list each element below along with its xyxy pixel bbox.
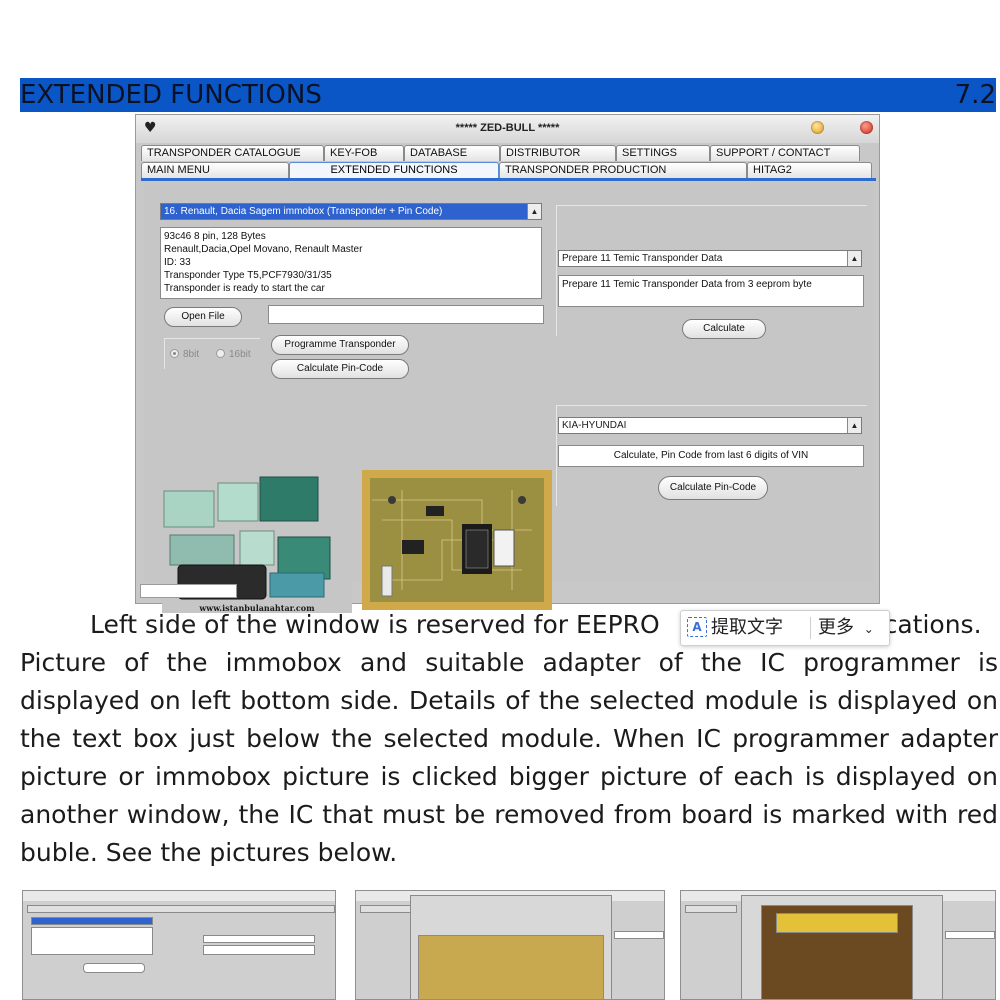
thumbnail-immobox-top	[776, 913, 898, 933]
tab-row-1: TRANSPONDER CATALOGUE KEY-FOB DATABASE D…	[141, 145, 860, 161]
status-field	[140, 584, 237, 598]
detail-line: ID: 33	[164, 257, 191, 268]
vin-hint-box: Calculate, Pin Code from last 6 digits o…	[558, 445, 864, 467]
thumbnail-tabs	[360, 905, 412, 913]
extract-text-label: 提取文字	[711, 617, 783, 638]
thumbnail-right-desc	[203, 945, 315, 955]
app-window: ♥ ***** ZED-BULL ***** TRANSPONDER CATAL…	[135, 114, 880, 613]
calculate-button[interactable]: Calculate	[682, 319, 766, 339]
thumbnail-right-select	[203, 935, 315, 943]
detail-line: Renault,Dacia,Opel Movano, Renault Maste…	[164, 244, 363, 255]
thumbnail-immobox-window[interactable]	[680, 890, 996, 1000]
function-select[interactable]: Prepare 11 Temic Transponder Data ▲	[558, 250, 862, 267]
thumbnail-pcb	[418, 935, 604, 999]
window-title: ***** ZED-BULL *****	[455, 122, 560, 134]
calculate-pin-code-button[interactable]: Calculate Pin-Code	[271, 359, 409, 379]
window-titlebar: ♥ ***** ZED-BULL *****	[136, 115, 879, 143]
more-label: 更多	[818, 617, 854, 638]
dropdown-arrow-icon: ▲	[847, 251, 861, 266]
tab-settings[interactable]: SETTINGS	[616, 145, 710, 161]
dropdown-arrow-icon: ▲	[847, 418, 861, 433]
tab-database[interactable]: DATABASE	[404, 145, 500, 161]
detail-line: Transponder Type T5,PCF7930/31/35	[164, 270, 332, 281]
tab-support-contact[interactable]: SUPPORT / CONTACT	[710, 145, 860, 161]
tab-distributor[interactable]: DISTRIBUTOR	[500, 145, 616, 161]
thumbnail-details	[31, 927, 153, 955]
module-details-box: 93c46 8 pin, 128 Bytes Renault,Dacia,Ope…	[160, 227, 542, 299]
thumbnail-titlebar	[23, 891, 335, 901]
radio-8bit[interactable]: 8bit	[170, 349, 199, 360]
thumbnail-select	[31, 917, 153, 925]
tab-transponder-catalogue[interactable]: TRANSPONDER CATALOGUE	[141, 145, 324, 161]
right-upper-group	[556, 205, 867, 336]
section-header: EXTENDED FUNCTIONS 7.2	[20, 78, 996, 112]
thumbnail-right-field	[945, 931, 995, 939]
function-select-value: Prepare 11 Temic Transponder Data	[562, 253, 723, 264]
tab-extended-functions[interactable]: EXTENDED FUNCTIONS	[289, 162, 499, 178]
tab-strip-underline	[141, 178, 876, 181]
extract-text-button[interactable]: A 提取文字	[687, 616, 783, 640]
minimize-button[interactable]	[811, 121, 824, 134]
thumbnail-tabs	[685, 905, 737, 913]
pcb-illustration	[362, 470, 552, 610]
thumbnail-tabs	[27, 905, 335, 913]
radio-16bit-control	[216, 349, 225, 358]
tab-row-2: MAIN MENU EXTENDED FUNCTIONS TRANSPONDER…	[141, 162, 872, 178]
section-number: 7.2	[954, 80, 996, 110]
tab-hitag2[interactable]: HITAG2	[747, 162, 872, 178]
thumbnail-adapter-window[interactable]	[355, 890, 665, 1000]
dropdown-arrow-icon: ▲	[527, 204, 541, 219]
module-select[interactable]: 16. Renault, Dacia Sagem immobox (Transp…	[160, 203, 542, 220]
chevron-down-icon: ⌄	[863, 622, 874, 636]
text-recognition-icon: A	[687, 617, 707, 637]
detail-line: 93c46 8 pin, 128 Bytes	[164, 231, 266, 242]
close-button[interactable]	[860, 121, 873, 134]
tab-transponder-production[interactable]: TRANSPONDER PRODUCTION	[499, 162, 747, 178]
thumbnail-button	[83, 963, 145, 973]
brand-select[interactable]: KIA-HYUNDAI ▲	[558, 417, 862, 434]
function-description-box: Prepare 11 Temic Transponder Data from 3…	[558, 275, 864, 307]
section-title: EXTENDED FUNCTIONS	[20, 80, 322, 110]
brand-select-value: KIA-HYUNDAI	[562, 420, 627, 431]
programmer-adapter-picture[interactable]	[362, 470, 552, 610]
more-button[interactable]: 更多 ⌄	[818, 616, 874, 640]
paragraph-line1-start: Left side of the window is reserved for …	[90, 610, 660, 639]
detail-line: Transponder is ready to start the car	[164, 283, 325, 294]
module-select-value: 16. Renault, Dacia Sagem immobox (Transp…	[164, 206, 443, 217]
paragraph-rest: Picture of the immobox and suitable adap…	[20, 648, 998, 867]
thumbnail-right-field	[614, 931, 664, 939]
tab-key-fob[interactable]: KEY-FOB	[324, 145, 404, 161]
thumbnail-main-window[interactable]	[22, 890, 336, 1000]
file-path-field[interactable]	[268, 305, 544, 324]
radio-8bit-label: 8bit	[183, 349, 200, 360]
radio-16bit[interactable]: 16bit	[216, 349, 251, 360]
open-file-button[interactable]: Open File	[164, 307, 242, 327]
toolbar-divider	[810, 617, 811, 639]
calculate-pin-code-vin-button[interactable]: Calculate Pin-Code	[658, 476, 768, 500]
tab-main-menu[interactable]: MAIN MENU	[141, 162, 289, 178]
radio-16bit-label: 16bit	[229, 349, 251, 360]
text-extract-toolbar: A 提取文字 更多 ⌄	[680, 610, 890, 646]
extended-functions-panel: 16. Renault, Dacia Sagem immobox (Transp…	[144, 183, 874, 613]
programme-transponder-button[interactable]: Programme Transponder	[271, 335, 409, 355]
radio-8bit-control	[170, 349, 179, 358]
